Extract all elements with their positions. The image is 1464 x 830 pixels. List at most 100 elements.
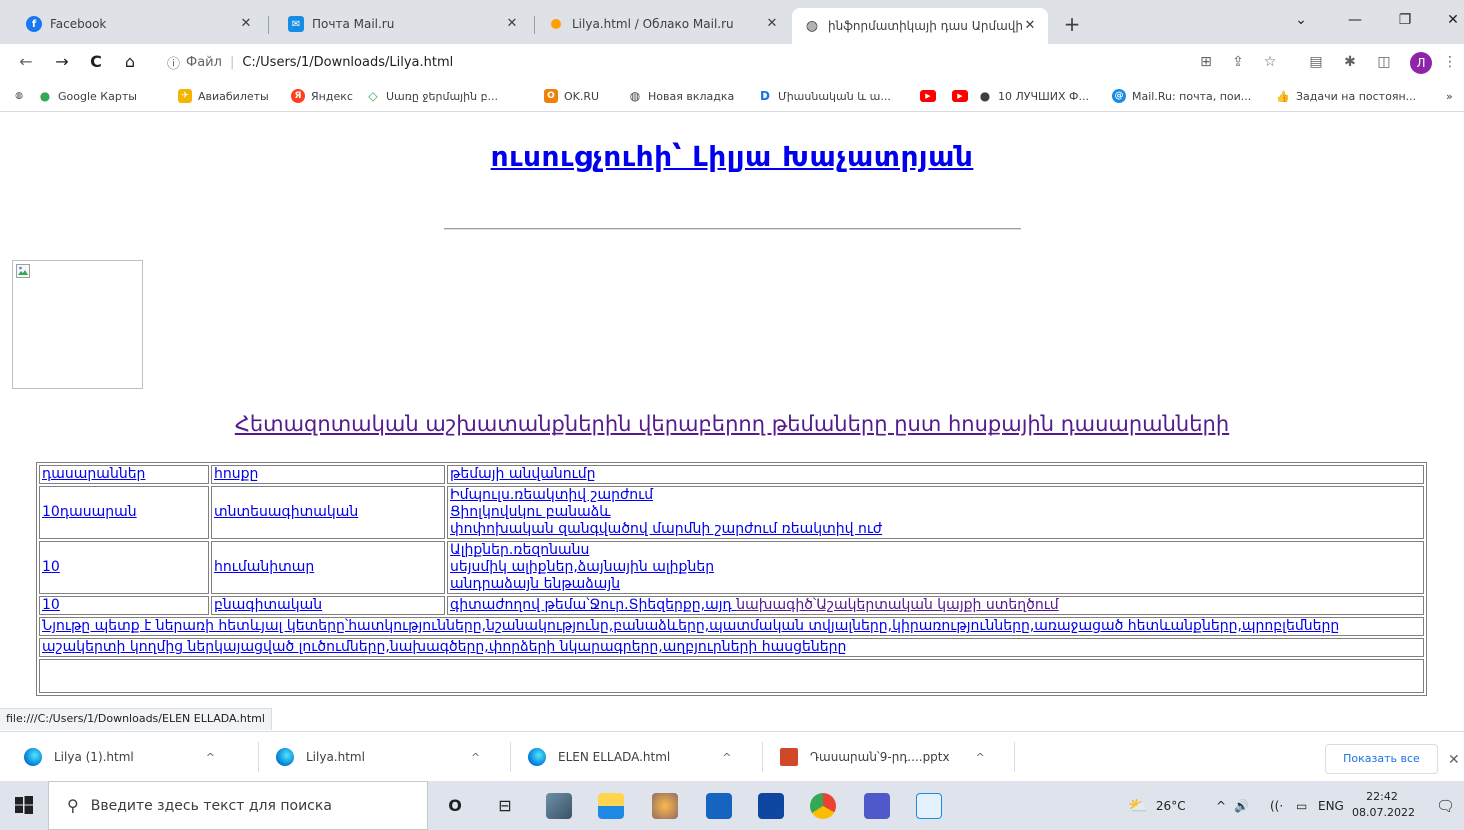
app-icon[interactable] xyxy=(652,793,678,819)
battery-icon[interactable]: ▭ xyxy=(1296,781,1307,830)
topic-link[interactable]: փոփոխական զանգվածով մարմնի շարժում ռեակտ… xyxy=(450,521,1421,538)
info-icon[interactable]: ⓘ xyxy=(167,53,180,72)
header-grades[interactable]: դասարաններ xyxy=(42,466,145,482)
chrome-icon[interactable] xyxy=(810,793,836,819)
table-cell[interactable]: 10դասարան xyxy=(39,486,209,539)
download-item[interactable]: Lilya.html ^ xyxy=(276,740,480,774)
windows-start-icon[interactable] xyxy=(14,795,34,815)
table-cell[interactable]: 10 xyxy=(39,541,209,594)
close-icon[interactable]: ✕ xyxy=(764,16,780,32)
table-header-cell[interactable]: հոսքը xyxy=(211,465,445,484)
download-item[interactable]: Lilya (1).html ^ xyxy=(24,740,215,774)
bookmark-item[interactable]: D Միասնական և ա... xyxy=(758,87,891,105)
chevron-up-icon[interactable]: ^ xyxy=(976,751,985,764)
download-item[interactable]: Դասարան՝9-րդ....pptx ^ xyxy=(780,740,985,774)
close-icon[interactable]: ✕ xyxy=(1022,18,1038,34)
weather-widget[interactable]: ⛅ 26°C xyxy=(1128,781,1186,830)
store-icon[interactable] xyxy=(758,793,784,819)
bookmark-item[interactable]: ▶ xyxy=(952,87,974,105)
wifi-icon[interactable]: ((· xyxy=(1270,781,1283,830)
table-note-cell[interactable]: Նյութը պետք է ներառի հետևյալ կետերը՝հատկ… xyxy=(39,617,1424,636)
stream-link[interactable]: բնագիտական xyxy=(214,597,322,613)
topic-link[interactable]: Ալիքներ.ռեզոնանս xyxy=(450,542,1421,559)
page-heading-link[interactable]: ուսուցչուհի՝ Լիլյա Խաչատրյան xyxy=(0,140,1464,173)
notifications-icon[interactable]: 🗨 xyxy=(1436,781,1455,830)
bookmarks-more-button[interactable]: » xyxy=(1446,87,1453,105)
bookmark-item[interactable]: ✈ Авиабилеты xyxy=(178,87,269,105)
back-button[interactable]: ← xyxy=(14,50,38,74)
reading-list-icon[interactable]: ▤ xyxy=(1306,52,1326,72)
table-cell[interactable]: տնտեսագիտական xyxy=(211,486,445,539)
note-text[interactable]: աշակերտի կողմից ներկայացված լուծումները,… xyxy=(42,639,846,655)
address-bar[interactable]: ⓘ Файл | C:/Users/1/Downloads/Lilya.html xyxy=(155,48,1290,76)
chevron-up-icon[interactable]: ^ xyxy=(206,751,215,764)
share-icon[interactable]: ⇪ xyxy=(1228,52,1248,72)
table-cell[interactable]: 10 xyxy=(39,596,209,615)
task-view-icon[interactable]: ⊟ xyxy=(492,793,518,819)
extensions-icon[interactable]: ✱ xyxy=(1340,52,1360,72)
bookmark-item[interactable]: ● 10 ЛУЧШИХ Ф... xyxy=(978,87,1089,105)
forward-button[interactable]: → xyxy=(50,50,74,74)
bookmark-item[interactable]: @ Mail.Ru: почта, пои... xyxy=(1112,87,1251,105)
grade-link[interactable]: 10 xyxy=(42,597,60,613)
stream-link[interactable]: հումանիտար xyxy=(214,559,314,575)
tab-mail[interactable]: ✉ Почта Mail.ru ✕ xyxy=(276,8,530,40)
grade-link[interactable]: 10 xyxy=(42,559,60,575)
close-icon[interactable]: ✕ xyxy=(504,16,520,32)
bookmark-item[interactable]: ◍ Новая вкладка xyxy=(628,87,734,105)
home-button[interactable]: ⌂ xyxy=(118,50,142,74)
table-cell[interactable]: բնագիտական xyxy=(211,596,445,615)
app-icon[interactable] xyxy=(916,793,942,819)
table-cell[interactable]: հումանիտար xyxy=(211,541,445,594)
bookmark-item[interactable]: Я Яндекс xyxy=(291,87,353,105)
tray-overflow-icon[interactable]: ^ xyxy=(1216,781,1226,830)
topic-link[interactable]: անդրաձայն ենթաձայն xyxy=(450,576,1421,593)
grade-link[interactable]: 10դասարան xyxy=(42,504,137,520)
cortana-icon[interactable]: O xyxy=(442,793,468,819)
minimize-button[interactable]: — xyxy=(1340,8,1370,32)
table-header-cell[interactable]: դասարաններ xyxy=(39,465,209,484)
side-panel-icon[interactable]: ◫ xyxy=(1374,52,1394,72)
download-item[interactable]: ELEN ELLADA.html ^ xyxy=(528,740,731,774)
clock[interactable]: 22:42 08.07.2022 xyxy=(1352,789,1415,821)
tab-cloud[interactable]: Lilya.html / Облако Mail.ru ✕ xyxy=(536,8,790,40)
menu-icon[interactable]: ⋮ xyxy=(1440,52,1460,72)
mail-app-icon[interactable] xyxy=(706,793,732,819)
taskbar-search-box[interactable]: ⚲ Введите здесь текст для поиска xyxy=(48,781,428,830)
chevron-up-icon[interactable]: ^ xyxy=(471,751,480,764)
bookmark-item[interactable]: ● Google Карты xyxy=(38,87,137,105)
table-header-cell[interactable]: թեմայի անվանումը xyxy=(447,465,1424,484)
volume-icon[interactable]: 🔊 xyxy=(1234,781,1249,830)
tab-search-button[interactable]: ⌄ xyxy=(1286,8,1316,32)
bookmark-item[interactable]: О OK.RU xyxy=(544,87,599,105)
project-link[interactable]: նախագիծ՝Աշակերտական կայքի ստեղծում xyxy=(736,597,1058,613)
show-all-downloads-button[interactable]: Показать все xyxy=(1325,744,1438,774)
tab-active[interactable]: ◍ ինֆորմատիկայի դաս Արմավի ✕ xyxy=(792,8,1048,44)
bookmark-item[interactable]: ◍ xyxy=(12,87,32,105)
table-note-cell[interactable]: աշակերտի կողմից ներկայացված լուծումները,… xyxy=(39,638,1424,657)
language-indicator[interactable]: ENG xyxy=(1318,781,1344,830)
url-text[interactable]: C:/Users/1/Downloads/Lilya.html xyxy=(242,55,453,70)
topic-link[interactable]: Ցիոլկովսկու բանաձև xyxy=(450,504,1421,521)
app-icon[interactable] xyxy=(546,793,572,819)
new-tab-button[interactable]: + xyxy=(1060,12,1084,36)
bookmark-item[interactable]: ▶ xyxy=(920,87,942,105)
close-icon[interactable]: ✕ xyxy=(238,16,254,32)
section-heading-link[interactable]: Հետազոտական աշխատանքներին վերաբերող թեմա… xyxy=(0,412,1464,436)
profile-avatar[interactable]: Л xyxy=(1410,52,1432,74)
bookmark-star-icon[interactable]: ☆ xyxy=(1260,52,1280,72)
teams-icon[interactable] xyxy=(864,793,890,819)
header-stream[interactable]: հոսքը xyxy=(214,466,258,482)
reload-button[interactable]: C xyxy=(84,50,108,74)
close-shelf-icon[interactable]: ✕ xyxy=(1448,752,1460,768)
stream-link[interactable]: տնտեսագիտական xyxy=(214,504,358,520)
header-topic[interactable]: թեմայի անվանումը xyxy=(450,466,595,482)
maximize-button[interactable]: ❐ xyxy=(1390,8,1420,32)
topic-link[interactable]: Իմպուլս.ռեակտիվ շարժում xyxy=(450,487,1421,504)
bookmark-item[interactable]: 👍 Задачи на постоян... xyxy=(1276,87,1416,105)
file-explorer-icon[interactable] xyxy=(598,793,624,819)
topic-link[interactable]: սեյսմիկ ալիքներ,ձայնային ալիքներ xyxy=(450,559,1421,576)
chevron-up-icon[interactable]: ^ xyxy=(722,751,731,764)
window-close-button[interactable]: ✕ xyxy=(1438,8,1464,32)
bookmark-item[interactable]: ◇ Սառը ջերմային բ... xyxy=(366,87,498,105)
